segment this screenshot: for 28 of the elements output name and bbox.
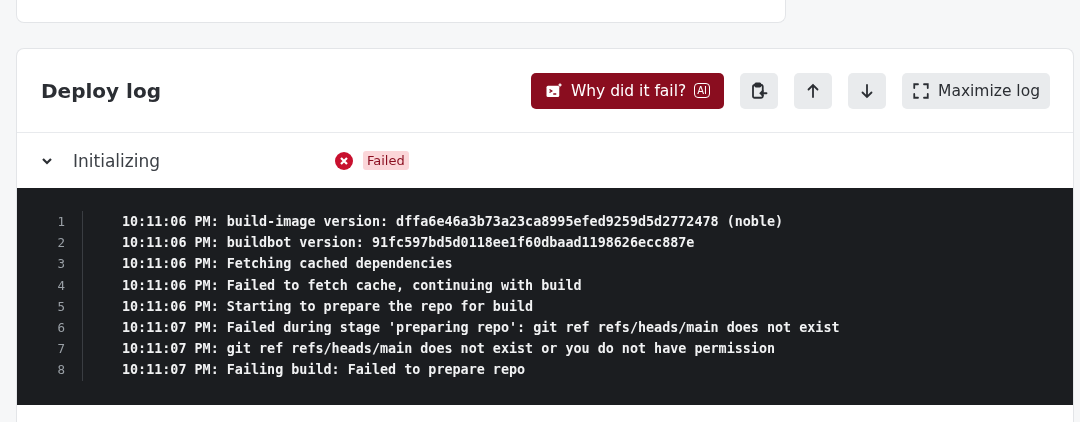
panel-title: Deploy log [41,78,161,103]
error-icon [335,151,353,170]
line-number: 6 [56,320,65,336]
log-line: 10:11:07 PM: Failed during stage 'preparing repo': git ref refs/heads/main does not exist [122,320,840,336]
scroll-down-button[interactable] [848,72,886,109]
terminal-sparkle-icon [544,81,563,100]
copy-log-button[interactable] [740,72,778,109]
scroll-up-button[interactable] [794,72,832,109]
maximize-icon [912,81,930,100]
log-line: 10:11:06 PM: Starting to prepare the repo for build [122,298,534,314]
line-number: 8 [56,362,65,378]
step-name: Initializing [73,150,161,171]
log-line: 10:11:06 PM: Failed to fetch cache, continuing with build [122,277,582,293]
log-line: 10:11:06 PM: build-image version: dffa6e46a3b73a23ca8995efed9259d5d2772478 (noble) [122,214,784,230]
status-badge: Failed [363,151,409,170]
line-number: 2 [56,235,65,251]
maximize-log-button[interactable]: Maximize log [902,72,1050,109]
line-number: 1 [56,214,65,230]
log-line: 10:11:06 PM: Fetching cached dependencies [122,256,453,272]
line-number: 5 [56,298,65,314]
line-number: 4 [56,277,65,293]
log-line: 10:11:07 PM: Failing build: Failed to prepare repo [122,362,526,378]
log-line: 10:11:06 PM: buildbot version: 91fc597bd5d0118ee1f60dbaad1198626ecc887e [122,235,695,251]
why-fail-button[interactable]: Why did it fail? AI [530,72,724,109]
clipboard-icon [750,81,768,100]
log-line: 10:11:07 PM: git ref refs/heads/main does not exist or you do not have permission [122,341,775,357]
line-number: 3 [56,256,65,272]
line-number: 7 [56,341,65,357]
